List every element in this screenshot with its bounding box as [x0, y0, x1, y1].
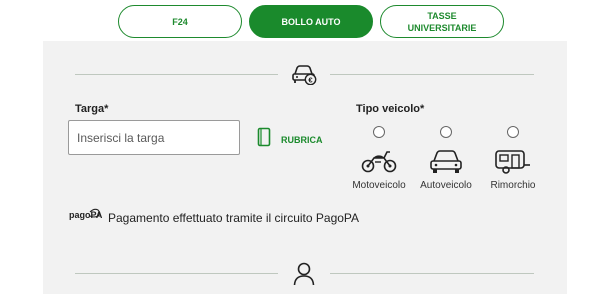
motorcycle-icon	[360, 148, 398, 179]
pagopa-info: pagoPA Pagamento effettuato tramite il c…	[68, 204, 359, 231]
radio-rimorchio[interactable]	[507, 126, 519, 138]
rubrica-button[interactable]: RUBRICA	[257, 127, 323, 152]
svg-text:pagoPA: pagoPA	[69, 210, 102, 220]
tab-bollo-auto[interactable]: BOLLO AUTO	[249, 5, 373, 38]
radio-motoveicolo[interactable]	[373, 126, 385, 138]
tab-tasse-line1: TASSE	[427, 10, 457, 21]
tab-tasse-universitarie-label: TASSE UNIVERSITARIE	[408, 10, 477, 34]
address-book-icon	[257, 127, 271, 152]
trailer-icon	[494, 148, 532, 181]
pagopa-message: Pagamento effettuato tramite il circuito…	[108, 210, 360, 225]
tipo-veicolo-label: Tipo veicolo*	[356, 103, 425, 115]
divider-left-bottom	[75, 273, 278, 274]
vehicle-label-motoveicolo: Motoveicolo	[352, 180, 406, 191]
targa-input[interactable]	[68, 120, 240, 155]
car-euro-icon: €	[291, 63, 317, 90]
rubrica-label: RUBRICA	[281, 134, 323, 145]
tab-tasse-line2: UNIVERSITARIE	[407, 22, 477, 33]
vehicle-label-rimorchio: Rimorchio	[490, 180, 536, 191]
divider-right-bottom	[330, 273, 534, 274]
user-icon	[293, 262, 315, 291]
tab-f24[interactable]: F24	[118, 5, 242, 38]
tab-bollo-auto-label: BOLLO AUTO	[281, 16, 341, 27]
vehicle-label-autoveicolo: Autoveicolo	[420, 180, 472, 191]
targa-label: Targa*	[75, 103, 109, 115]
tab-tasse-universitarie[interactable]: TASSE UNIVERSITARIE	[380, 5, 504, 38]
car-icon	[428, 148, 464, 181]
pagopa-logo: pagoPA	[68, 204, 103, 231]
radio-autoveicolo[interactable]	[440, 126, 452, 138]
tab-f24-label: F24	[172, 16, 188, 27]
divider-right-top	[330, 74, 534, 75]
divider-left-top	[75, 74, 278, 75]
